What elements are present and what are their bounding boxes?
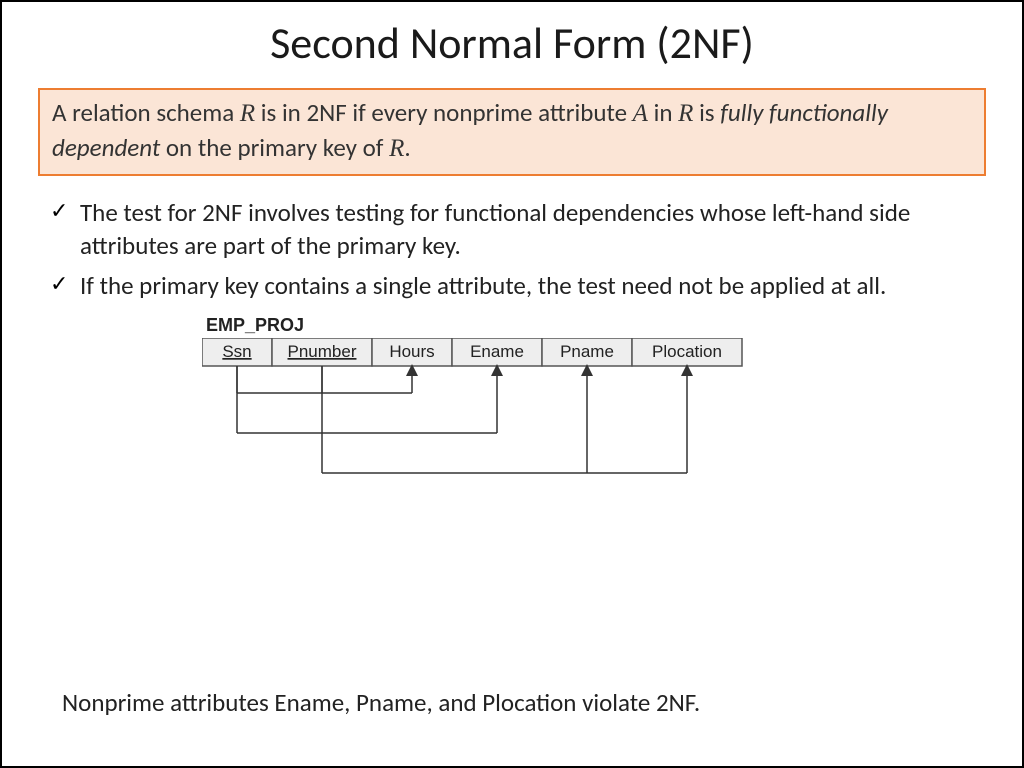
- def-text: on the primary key of: [160, 132, 389, 163]
- bullet-item: If the primary key contains a single att…: [50, 269, 992, 303]
- col-hours: Hours: [389, 342, 434, 361]
- relation-name: EMP_PROJ: [206, 315, 822, 336]
- def-text: A relation schema: [52, 97, 240, 128]
- def-text: is in 2NF if every nonprime attribute: [255, 97, 633, 128]
- col-ename: Ename: [470, 342, 524, 361]
- bullet-text: If the primary key contains a single att…: [80, 270, 886, 301]
- slide: Second Normal Form (2NF) A relation sche…: [0, 0, 1024, 768]
- col-plocation: Plocation: [652, 342, 722, 361]
- bullet-item: The test for 2NF involves testing for fu…: [50, 196, 992, 264]
- fd-diagram: EMP_PROJ Ssn Pnumber Hours Ename Pname P…: [202, 315, 822, 523]
- def-text: is: [693, 97, 720, 128]
- col-pnumber: Pnumber: [288, 342, 357, 361]
- definition-box: A relation schema R is in 2NF if every n…: [38, 88, 986, 176]
- def-text: .: [404, 132, 410, 163]
- col-pname: Pname: [560, 342, 614, 361]
- bullet-list: The test for 2NF involves testing for fu…: [50, 196, 992, 303]
- footer-note: Nonprime attributes Ename, Pname, and Pl…: [62, 687, 700, 718]
- def-text: in: [648, 97, 678, 128]
- def-var-R: R: [389, 135, 404, 162]
- slide-title: Second Normal Form (2NF): [32, 16, 992, 70]
- def-var-R: R: [678, 100, 693, 127]
- def-var-A: A: [633, 100, 648, 127]
- fd-diagram-svg: Ssn Pnumber Hours Ename Pname Plocation …: [202, 338, 822, 518]
- col-ssn: Ssn: [222, 342, 251, 361]
- def-var-R: R: [240, 100, 255, 127]
- bullet-text: The test for 2NF involves testing for fu…: [80, 197, 910, 262]
